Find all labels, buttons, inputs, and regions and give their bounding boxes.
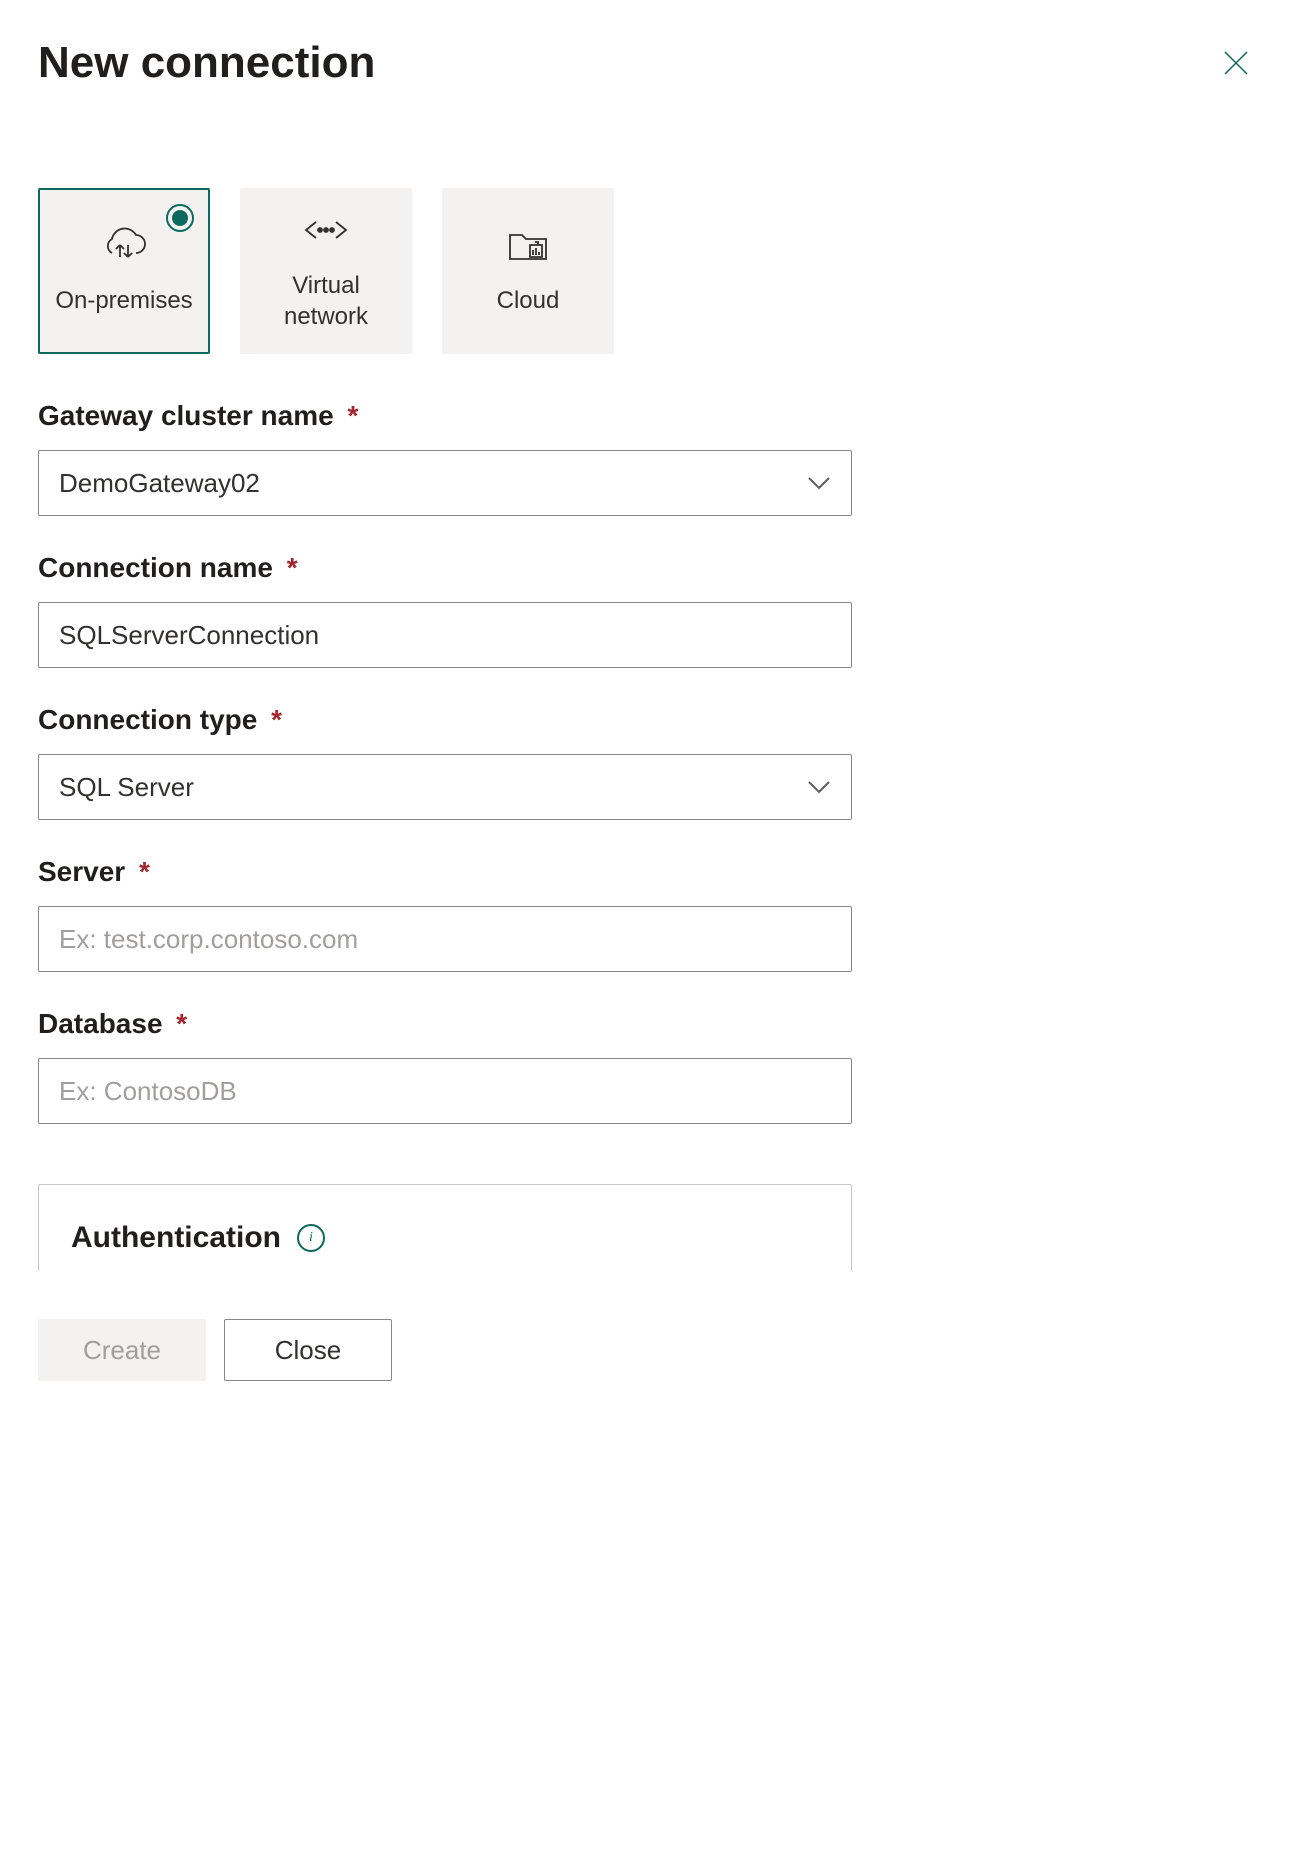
connection-type-label: Connection type *: [38, 704, 1252, 736]
info-icon[interactable]: i: [297, 1224, 325, 1252]
card-cloud[interactable]: Cloud: [442, 188, 614, 354]
field-server: Server *: [38, 856, 1252, 972]
field-connection-name: Connection name *: [38, 552, 1252, 668]
card-label: Virtual network: [251, 270, 401, 332]
close-icon[interactable]: [1220, 47, 1252, 79]
dialog-header: New connection: [38, 38, 1252, 88]
connection-type-value: SQL Server: [59, 772, 194, 803]
connection-type-cards: On-premises Virtual network Cloud: [38, 188, 1252, 354]
card-label: Cloud: [497, 285, 560, 316]
required-mark: *: [139, 856, 150, 887]
cloud-folder-icon: [504, 225, 552, 265]
required-mark: *: [347, 400, 358, 431]
field-gateway-cluster: Gateway cluster name * DemoGateway02: [38, 400, 1252, 516]
authentication-section: Authentication i: [38, 1184, 852, 1271]
field-database: Database *: [38, 1008, 1252, 1124]
required-mark: *: [271, 704, 282, 735]
database-label: Database *: [38, 1008, 1252, 1040]
gateway-cluster-select[interactable]: DemoGateway02: [38, 450, 852, 516]
create-button[interactable]: Create: [38, 1319, 206, 1381]
gateway-cluster-value: DemoGateway02: [59, 468, 260, 499]
connection-name-label: Connection name *: [38, 552, 1252, 584]
server-label: Server *: [38, 856, 1252, 888]
gateway-cluster-label: Gateway cluster name *: [38, 400, 1252, 432]
dialog-footer: Create Close: [38, 1319, 1252, 1381]
chevron-down-icon: [807, 780, 831, 794]
field-connection-type: Connection type * SQL Server: [38, 704, 1252, 820]
network-icon: [302, 210, 350, 250]
chevron-down-icon: [807, 476, 831, 490]
server-input[interactable]: [38, 906, 852, 972]
cloud-sync-icon: [100, 225, 148, 265]
card-label: On-premises: [55, 285, 192, 316]
authentication-title: Authentication: [71, 1221, 281, 1255]
connection-name-input[interactable]: [38, 602, 852, 668]
required-mark: *: [287, 552, 298, 583]
radio-selected-icon: [166, 204, 194, 232]
connection-type-select[interactable]: SQL Server: [38, 754, 852, 820]
page-title: New connection: [38, 38, 375, 88]
card-virtual-network[interactable]: Virtual network: [240, 188, 412, 354]
card-on-premises[interactable]: On-premises: [38, 188, 210, 354]
required-mark: *: [176, 1008, 187, 1039]
close-button[interactable]: Close: [224, 1319, 392, 1381]
database-input[interactable]: [38, 1058, 852, 1124]
